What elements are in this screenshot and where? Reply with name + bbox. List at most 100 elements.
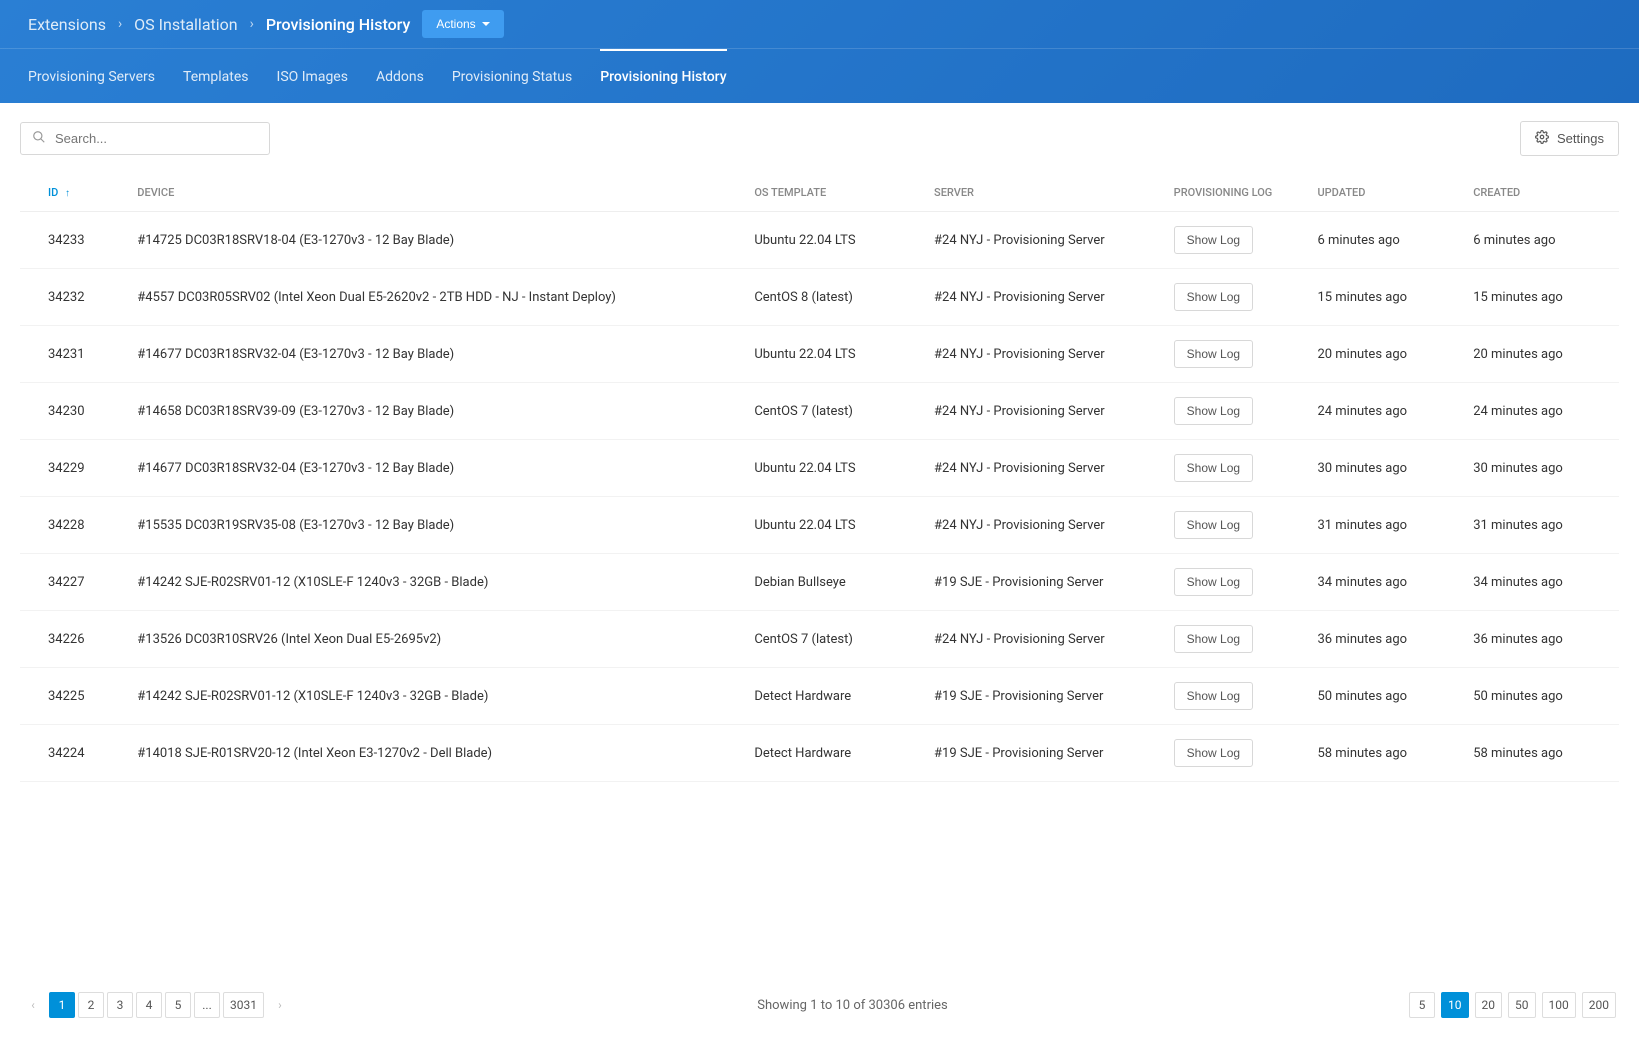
footer: ‹ 12345...3031› Showing 1 to 10 of 30306… (0, 962, 1639, 1038)
tab-provisioning-history[interactable]: Provisioning History (600, 49, 726, 103)
table-row: 34227#14242 SJE-R02SRV01-12 (X10SLE-F 12… (20, 554, 1619, 611)
cell-created: 58 minutes ago (1463, 725, 1619, 782)
page-size-100[interactable]: 100 (1542, 992, 1576, 1018)
cell-server: #24 NYJ - Provisioning Server (924, 497, 1164, 554)
chevron-right-icon: › (250, 16, 254, 32)
cell-log: Show Log (1164, 611, 1308, 668)
cell-device: #14658 DC03R18SRV39-09 (E3-1270v3 - 12 B… (109, 383, 744, 440)
page-2[interactable]: 2 (78, 992, 104, 1018)
cell-device: #14018 SJE-R01SRV20-12 (Intel Xeon E3-12… (109, 725, 744, 782)
page-5[interactable]: 5 (165, 992, 191, 1018)
show-log-button[interactable]: Show Log (1174, 226, 1253, 254)
tab-provisioning-status[interactable]: Provisioning Status (452, 49, 572, 103)
column-header-id[interactable]: ID ↑ (20, 174, 109, 212)
cell-device: #15535 DC03R19SRV35-08 (E3-1270v3 - 12 B… (109, 497, 744, 554)
column-header-created[interactable]: CREATED (1463, 174, 1619, 212)
show-log-button[interactable]: Show Log (1174, 511, 1253, 539)
cell-template: Detect Hardware (744, 668, 924, 725)
cell-id: 34230 (20, 383, 109, 440)
cell-id: 34233 (20, 212, 109, 269)
cell-device: #4557 DC03R05SRV02 (Intel Xeon Dual E5-2… (109, 269, 744, 326)
cell-log: Show Log (1164, 326, 1308, 383)
column-header-log[interactable]: PROVISIONING LOG (1164, 174, 1308, 212)
cell-created: 34 minutes ago (1463, 554, 1619, 611)
page-size-50[interactable]: 50 (1508, 992, 1536, 1018)
breadcrumb-bar: Extensions › OS Installation › Provision… (0, 0, 1639, 49)
breadcrumb-extensions[interactable]: Extensions (28, 15, 106, 34)
cell-server: #19 SJE - Provisioning Server (924, 668, 1164, 725)
table-row: 34226#13526 DC03R10SRV26 (Intel Xeon Dua… (20, 611, 1619, 668)
cell-created: 31 minutes ago (1463, 497, 1619, 554)
cell-server: #24 NYJ - Provisioning Server (924, 440, 1164, 497)
show-log-button[interactable]: Show Log (1174, 682, 1253, 710)
cell-template: Ubuntu 22.04 LTS (744, 326, 924, 383)
actions-dropdown[interactable]: Actions (422, 10, 503, 38)
cell-server: #24 NYJ - Provisioning Server (924, 212, 1164, 269)
page-size-10[interactable]: 10 (1441, 992, 1469, 1018)
page-size-5[interactable]: 5 (1409, 992, 1435, 1018)
cell-log: Show Log (1164, 554, 1308, 611)
show-log-button[interactable]: Show Log (1174, 625, 1253, 653)
show-log-button[interactable]: Show Log (1174, 454, 1253, 482)
cell-template: Ubuntu 22.04 LTS (744, 440, 924, 497)
show-log-button[interactable]: Show Log (1174, 283, 1253, 311)
cell-id: 34227 (20, 554, 109, 611)
column-header-updated[interactable]: UPDATED (1307, 174, 1463, 212)
cell-server: #24 NYJ - Provisioning Server (924, 611, 1164, 668)
cell-server: #19 SJE - Provisioning Server (924, 725, 1164, 782)
table-row: 34231#14677 DC03R18SRV32-04 (E3-1270v3 -… (20, 326, 1619, 383)
cell-created: 50 minutes ago (1463, 668, 1619, 725)
cell-created: 6 minutes ago (1463, 212, 1619, 269)
cell-id: 34225 (20, 668, 109, 725)
cell-device: #14677 DC03R18SRV32-04 (E3-1270v3 - 12 B… (109, 440, 744, 497)
breadcrumb-os-installation[interactable]: OS Installation (134, 15, 237, 34)
cell-id: 34228 (20, 497, 109, 554)
settings-button[interactable]: Settings (1520, 121, 1619, 156)
show-log-button[interactable]: Show Log (1174, 739, 1253, 767)
cell-updated: 50 minutes ago (1307, 668, 1463, 725)
tab-provisioning-servers[interactable]: Provisioning Servers (28, 49, 155, 103)
cell-template: CentOS 7 (latest) (744, 611, 924, 668)
table-row: 34229#14677 DC03R18SRV32-04 (E3-1270v3 -… (20, 440, 1619, 497)
cell-created: 24 minutes ago (1463, 383, 1619, 440)
prev-page-button[interactable]: ‹ (20, 992, 46, 1018)
column-header-device[interactable]: DEVICE (109, 174, 744, 212)
search-input[interactable] (20, 122, 270, 155)
gear-icon (1535, 130, 1549, 147)
cell-device: #13526 DC03R10SRV26 (Intel Xeon Dual E5-… (109, 611, 744, 668)
next-page-button[interactable]: › (267, 992, 293, 1018)
table-row: 34225#14242 SJE-R02SRV01-12 (X10SLE-F 12… (20, 668, 1619, 725)
table-row: 34232#4557 DC03R05SRV02 (Intel Xeon Dual… (20, 269, 1619, 326)
page-size-200[interactable]: 200 (1582, 992, 1616, 1018)
cell-created: 30 minutes ago (1463, 440, 1619, 497)
show-log-button[interactable]: Show Log (1174, 568, 1253, 596)
cell-updated: 36 minutes ago (1307, 611, 1463, 668)
cell-log: Show Log (1164, 269, 1308, 326)
column-header-template[interactable]: OS TEMPLATE (744, 174, 924, 212)
show-log-button[interactable]: Show Log (1174, 397, 1253, 425)
cell-template: Ubuntu 22.04 LTS (744, 497, 924, 554)
show-log-button[interactable]: Show Log (1174, 340, 1253, 368)
breadcrumb-provisioning-history: Provisioning History (266, 15, 411, 34)
tab-templates[interactable]: Templates (183, 49, 249, 103)
column-label: ID (48, 186, 58, 199)
cell-updated: 31 minutes ago (1307, 497, 1463, 554)
column-header-server[interactable]: SERVER (924, 174, 1164, 212)
page-4[interactable]: 4 (136, 992, 162, 1018)
tab-iso-images[interactable]: ISO Images (277, 49, 348, 103)
cell-template: Detect Hardware (744, 725, 924, 782)
cell-device: #14725 DC03R18SRV18-04 (E3-1270v3 - 12 B… (109, 212, 744, 269)
page-1[interactable]: 1 (49, 992, 75, 1018)
table-row: 34224#14018 SJE-R01SRV20-12 (Intel Xeon … (20, 725, 1619, 782)
cell-updated: 24 minutes ago (1307, 383, 1463, 440)
tab-addons[interactable]: Addons (376, 49, 424, 103)
settings-label: Settings (1557, 131, 1604, 146)
cell-log: Show Log (1164, 212, 1308, 269)
cell-updated: 20 minutes ago (1307, 326, 1463, 383)
search-wrap (20, 122, 270, 155)
page-3031[interactable]: 3031 (223, 992, 264, 1018)
entries-summary: Showing 1 to 10 of 30306 entries (757, 998, 947, 1013)
page-3[interactable]: 3 (107, 992, 133, 1018)
page-size-20[interactable]: 20 (1475, 992, 1503, 1018)
page-ellipsis: ... (194, 992, 220, 1018)
